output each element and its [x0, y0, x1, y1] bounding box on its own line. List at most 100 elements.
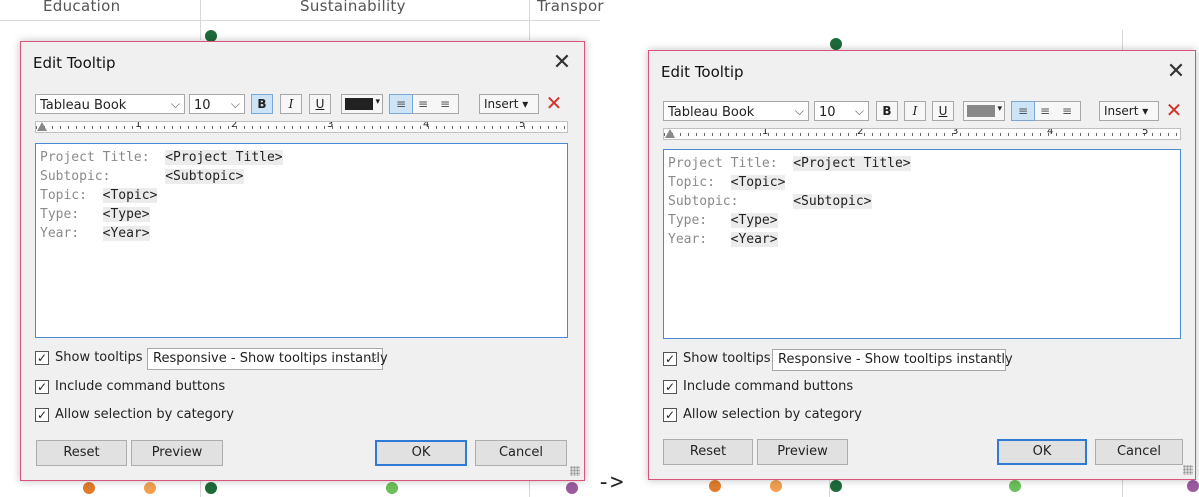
allow-selection-checkbox[interactable]: ✓ — [663, 408, 677, 422]
ruler-number: 4 — [423, 121, 430, 130]
tooltip-text-editor[interactable]: Project Title: <Project Title> Subtopic:… — [35, 143, 568, 338]
ruler: 1 2 3 4 5 — [663, 128, 1181, 140]
grid-line — [200, 480, 201, 497]
data-point[interactable] — [770, 480, 782, 492]
show-tooltips-label: Show tooltips — [683, 351, 771, 366]
dialog-title: Edit Tooltip — [33, 54, 116, 72]
font-name-select[interactable]: Tableau Book ⌵ — [663, 101, 809, 121]
tooltip-mode-select[interactable]: Responsive - Show tooltips instantly ⌵ — [772, 349, 1013, 371]
ruler-number: 3 — [952, 128, 959, 137]
resize-grip-icon[interactable] — [1183, 465, 1193, 475]
close-icon[interactable]: ✕ — [549, 50, 575, 76]
preview-button[interactable]: Preview — [757, 439, 848, 465]
preview-button[interactable]: Preview — [131, 440, 223, 466]
data-point[interactable] — [386, 482, 398, 494]
field-token: <Subtopic> — [165, 169, 244, 184]
allow-selection-checkbox[interactable]: ✓ — [35, 408, 49, 422]
data-point[interactable] — [1009, 480, 1021, 492]
alignment-group: ≡ ≡ ≡ — [389, 94, 459, 114]
text-color-button[interactable]: ▾ — [341, 94, 383, 114]
font-size-select[interactable]: 10 ⌵ — [814, 101, 869, 121]
field-token: <Type> — [730, 213, 778, 228]
line-label: Project Title: — [40, 150, 166, 165]
ruler-number: 1 — [762, 128, 769, 137]
include-command-buttons-label: Include command buttons — [55, 379, 226, 394]
clear-formatting-icon[interactable]: ✕ — [543, 93, 565, 113]
cancel-button[interactable]: Cancel — [1095, 439, 1183, 465]
column-header-sustainability: Sustainability — [300, 0, 406, 15]
insert-button[interactable]: Insert ▾ — [479, 94, 539, 114]
line-label: Subtopic: — [40, 169, 166, 184]
data-point[interactable] — [205, 482, 217, 494]
field-token: <Year> — [730, 232, 778, 247]
show-tooltips-checkbox[interactable]: ✓ — [35, 351, 49, 365]
tooltip-line: Subtopic: <Subtopic> — [40, 169, 244, 184]
line-label: Project Title: — [668, 156, 794, 171]
column-header-education: Education — [43, 0, 121, 15]
data-point[interactable] — [830, 480, 842, 492]
indent-marker[interactable] — [665, 129, 675, 138]
data-point[interactable] — [830, 38, 842, 50]
underline-button[interactable]: U — [932, 101, 954, 121]
chevron-down-icon: ⌵ — [367, 351, 377, 366]
transition-arrow: -> — [597, 470, 624, 495]
align-right-button[interactable]: ≡ — [1056, 102, 1078, 120]
tooltip-line: Type: <Type> — [40, 207, 150, 222]
data-point[interactable] — [566, 482, 578, 494]
align-center-button[interactable]: ≡ — [1034, 102, 1056, 120]
line-label: Topic: — [40, 188, 103, 203]
ruler-ticks — [36, 126, 567, 129]
align-left-button[interactable]: ≡ — [389, 94, 413, 114]
align-center-button[interactable]: ≡ — [412, 95, 434, 113]
grid-line — [1122, 480, 1123, 497]
tooltip-mode-value: Responsive - Show tooltips instantly — [778, 352, 1013, 367]
ok-button[interactable]: OK — [997, 439, 1087, 465]
cancel-button[interactable]: Cancel — [475, 440, 567, 466]
underline-button[interactable]: U — [309, 94, 331, 114]
tooltip-line: Project Title: <Project Title> — [668, 156, 911, 171]
font-size-select[interactable]: 10 ⌵ — [189, 94, 245, 114]
chevron-down-icon: ⌵ — [170, 97, 180, 111]
indent-marker[interactable] — [37, 122, 47, 131]
font-name-value: Tableau Book — [668, 105, 755, 120]
font-name-select[interactable]: Tableau Book ⌵ — [35, 94, 185, 114]
tooltip-line: Type: <Type> — [668, 213, 778, 228]
bold-button[interactable]: B — [251, 94, 273, 114]
font-size-value: 10 — [819, 105, 836, 120]
data-point[interactable] — [1187, 480, 1199, 492]
align-right-button[interactable]: ≡ — [434, 95, 456, 113]
show-tooltips-label: Show tooltips — [55, 350, 143, 365]
text-color-button[interactable]: ▾ — [963, 101, 1005, 121]
data-point[interactable] — [709, 480, 721, 492]
ruler-ticks — [664, 133, 1180, 136]
ruler-number: 1 — [135, 121, 142, 130]
edit-tooltip-dialog-before: Edit Tooltip ✕ Tableau Book ⌵ 10 ⌵ B I U… — [20, 41, 585, 481]
clear-formatting-icon[interactable]: ✕ — [1163, 100, 1185, 120]
data-point[interactable] — [144, 482, 156, 494]
bold-button[interactable]: B — [876, 101, 898, 121]
color-swatch — [967, 105, 995, 117]
allow-selection-label: Allow selection by category — [683, 407, 862, 422]
font-size-value: 10 — [194, 98, 211, 113]
tooltip-line: Project Title: <Project Title> — [40, 150, 283, 165]
reset-button[interactable]: Reset — [663, 439, 753, 465]
tooltip-text-editor[interactable]: Project Title: <Project Title> Topic: <T… — [663, 149, 1181, 339]
dialog-title: Edit Tooltip — [661, 63, 744, 81]
reset-button[interactable]: Reset — [36, 440, 127, 466]
field-token: <Topic> — [102, 188, 158, 203]
tooltip-mode-select[interactable]: Responsive - Show tooltips instantly ⌵ — [147, 348, 388, 370]
insert-button[interactable]: Insert ▾ — [1099, 101, 1159, 121]
include-command-buttons-checkbox[interactable]: ✓ — [35, 380, 49, 394]
italic-button[interactable]: I — [280, 94, 302, 114]
ok-button[interactable]: OK — [375, 440, 467, 466]
close-icon[interactable]: ✕ — [1163, 59, 1189, 85]
tooltip-line: Topic: <Topic> — [668, 175, 786, 190]
resize-grip-icon[interactable] — [570, 466, 580, 476]
show-tooltips-checkbox[interactable]: ✓ — [663, 352, 677, 366]
ruler-number: 2 — [231, 121, 238, 130]
field-token: <Subtopic> — [793, 194, 872, 209]
include-command-buttons-checkbox[interactable]: ✓ — [663, 380, 677, 394]
align-left-button[interactable]: ≡ — [1011, 101, 1035, 121]
italic-button[interactable]: I — [904, 101, 926, 121]
data-point[interactable] — [83, 482, 95, 494]
